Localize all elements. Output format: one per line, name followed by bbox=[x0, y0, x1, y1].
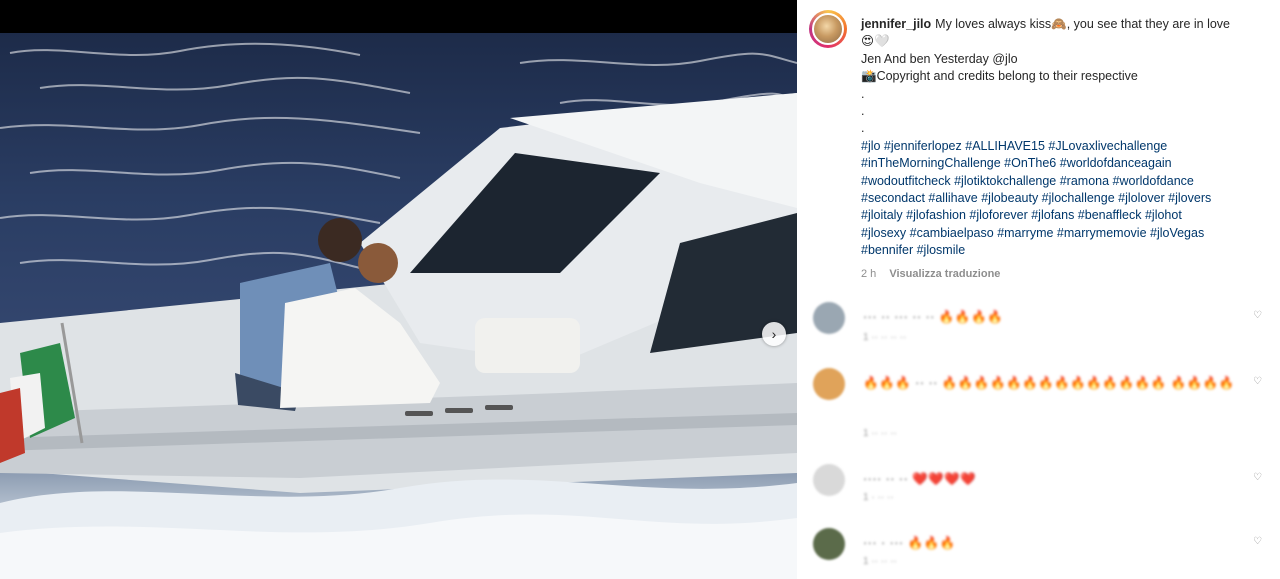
hashtag-line[interactable]: #jlosexy #cambiaelpaso #marryme #marryme… bbox=[861, 225, 1266, 242]
caption-first-line: jennifer_jilo My loves always kiss🙈, you … bbox=[861, 16, 1266, 33]
commenter-avatar[interactable] bbox=[813, 464, 845, 496]
next-photo-button[interactable]: › bbox=[762, 322, 786, 346]
post-timestamp[interactable]: 2 h bbox=[861, 268, 876, 280]
see-translation-button[interactable]: Visualizza traduzione bbox=[889, 268, 1000, 280]
chevron-right-icon: › bbox=[771, 326, 777, 342]
hashtag-line[interactable]: #bennifer #jlosmile bbox=[861, 242, 1266, 259]
hashtag-line[interactable]: #secondact #allihave #jlobeauty #jlochal… bbox=[861, 190, 1266, 207]
comment-meta: 1 ·· ·· ·· bbox=[863, 428, 897, 439]
commenter-avatar[interactable] bbox=[813, 528, 845, 560]
caption-emoji-line: 😍🤍 bbox=[861, 34, 890, 49]
hashtag-line[interactable]: #jlo #jenniferlopez #ALLIHAVE15 #JLovaxl… bbox=[861, 138, 1266, 155]
boat-photo-illustration bbox=[0, 42, 797, 579]
caption: jennifer_jilo My loves always kiss🙈, you … bbox=[861, 16, 1266, 283]
caption-dot: . bbox=[861, 121, 865, 136]
comment-meta: 1 · ·· ·· bbox=[863, 492, 894, 503]
comment-text: ··· · ··· 🔥🔥🔥 bbox=[863, 536, 956, 550]
caption-text: My loves always kiss🙈, you see that they… bbox=[935, 17, 1231, 31]
caption-line: 📸Copyright and credits belong to their r… bbox=[861, 69, 1138, 84]
caption-line: Jen And ben Yesterday @jlo bbox=[861, 51, 1018, 66]
post-media: › bbox=[0, 0, 797, 579]
post-side-panel: jennifer_jilo My loves always kiss🙈, you … bbox=[797, 0, 1280, 579]
commenter-avatar[interactable] bbox=[813, 368, 845, 400]
heart-icon[interactable]: ♡ bbox=[1253, 310, 1262, 321]
caption-meta: 2 h Visualizza traduzione bbox=[861, 266, 1266, 283]
hashtag-line[interactable]: #wodoutfitcheck #jlotiktokchallenge #ram… bbox=[861, 173, 1266, 190]
commenter-avatar[interactable] bbox=[813, 302, 845, 334]
comment-text: ··· ·· ··· ·· ·· 🔥🔥🔥🔥 bbox=[863, 310, 1004, 324]
post-photo bbox=[0, 33, 797, 579]
heart-icon[interactable]: ♡ bbox=[1253, 376, 1262, 387]
hashtag-line[interactable]: #inTheMorningChallenge #OnThe6 #worldofd… bbox=[861, 155, 1266, 172]
caption-dot: . bbox=[861, 104, 865, 119]
author-username[interactable]: jennifer_jilo bbox=[861, 17, 931, 31]
author-avatar[interactable] bbox=[809, 10, 847, 48]
hashtag-line[interactable]: #jloitaly #jlofashion #jloforever #jlofa… bbox=[861, 207, 1266, 224]
comment-meta: 1 ·· ·· ·· bbox=[863, 556, 897, 567]
avatar-image bbox=[812, 13, 844, 45]
heart-icon[interactable]: ♡ bbox=[1253, 536, 1262, 547]
heart-icon[interactable]: ♡ bbox=[1253, 472, 1262, 483]
comment-meta: 1 ·· ·· ·· ·· bbox=[863, 332, 907, 343]
comment-text: 🔥🔥🔥 ·· ·· 🔥🔥🔥🔥🔥🔥🔥🔥🔥🔥🔥🔥🔥🔥 🔥🔥🔥🔥 bbox=[863, 376, 1235, 390]
caption-dot: . bbox=[861, 86, 865, 101]
comment-text: ···· ·· ·· ❤️❤️❤️❤️ bbox=[863, 472, 977, 486]
